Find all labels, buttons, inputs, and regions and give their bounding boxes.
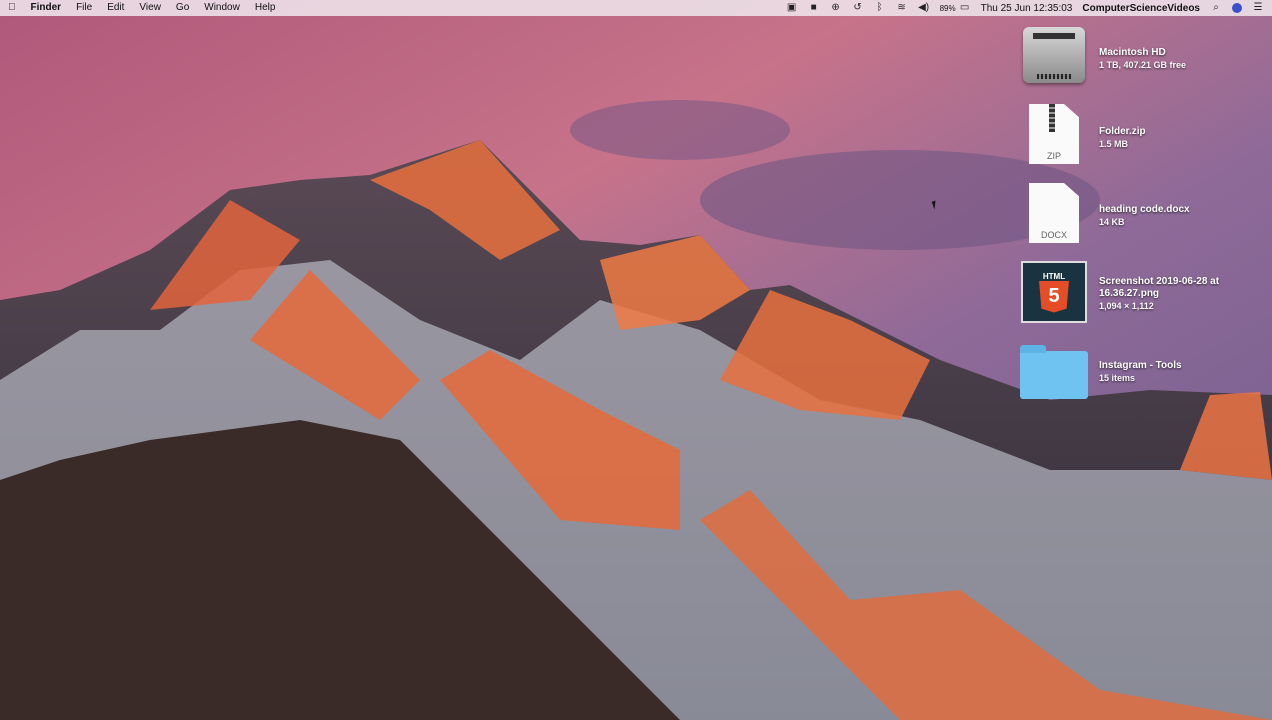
- desktop-icon-heading-code-docx[interactable]: DOCX: [1018, 180, 1090, 246]
- item-name: Screenshot 2019-06-28 at: [1099, 276, 1220, 287]
- battery-status[interactable]: 89% ▭: [940, 3, 971, 13]
- wifi-icon[interactable]: ≋: [896, 3, 908, 13]
- desktop-label-heading-code-docx[interactable]: heading code.docx 14 KB: [1099, 204, 1190, 228]
- docx-file-icon: DOCX: [1029, 183, 1079, 243]
- item-name: Macintosh HD: [1099, 47, 1166, 58]
- zip-file-icon: ZIP: [1029, 104, 1079, 164]
- bluetooth-icon[interactable]: ᛒ: [874, 3, 886, 13]
- html5-shield-icon: 5: [1039, 280, 1069, 313]
- menu-go[interactable]: Go: [176, 0, 189, 16]
- desktop-label-screenshot[interactable]: Screenshot 2019-06-28 at 16.36.27.png 1,…: [1099, 276, 1219, 312]
- volume-icon[interactable]: ◀): [918, 3, 930, 13]
- image-thumbnail: HTML 5: [1021, 261, 1087, 323]
- menu-view[interactable]: View: [139, 0, 161, 16]
- item-name-line2: 16.36.27.png: [1099, 288, 1160, 299]
- display-icon[interactable]: ■: [808, 3, 820, 13]
- file-type-badge: ZIP: [1046, 151, 1061, 161]
- screen-record-icon[interactable]: ▣: [786, 3, 798, 13]
- desktop-icon-screenshot[interactable]: HTML 5: [1018, 259, 1090, 325]
- time-machine-icon[interactable]: ↺: [852, 3, 864, 13]
- spotlight-search-icon[interactable]: ⌕: [1210, 3, 1222, 13]
- notification-center-icon[interactable]: ☰: [1252, 3, 1264, 13]
- thumb-title: HTML: [1042, 271, 1066, 281]
- siri-icon[interactable]: [1232, 3, 1242, 13]
- desktop-label-instagram-tools[interactable]: Instagram - Tools 15 items: [1099, 360, 1182, 384]
- menu-help[interactable]: Help: [255, 0, 276, 16]
- upload-icon[interactable]: ⊕: [830, 3, 842, 13]
- desktop-icon-folder-zip[interactable]: ZIP: [1018, 101, 1090, 167]
- menu-finder[interactable]: Finder: [31, 0, 62, 16]
- apple-icon[interactable]: : [8, 0, 16, 16]
- hard-drive-icon: [1023, 27, 1085, 83]
- desktop-icon-macintosh-hd[interactable]: [1018, 22, 1090, 88]
- desktop-label-folder-zip[interactable]: Folder.zip 1.5 MB: [1099, 126, 1146, 150]
- desktop-icon-instagram-tools[interactable]: [1018, 338, 1090, 404]
- folder-icon: [1020, 345, 1088, 399]
- user-menu[interactable]: ComputerScienceVideos: [1082, 3, 1200, 14]
- menu-bar:  Finder File Edit View Go Window Help ▣…: [0, 0, 1272, 16]
- menu-edit[interactable]: Edit: [107, 0, 124, 16]
- item-detail: 14 KB: [1099, 217, 1125, 227]
- item-name: heading code.docx: [1099, 204, 1190, 215]
- battery-icon: ▭: [959, 2, 970, 13]
- item-name: Folder.zip: [1099, 126, 1146, 137]
- item-detail: 15 items: [1099, 373, 1136, 383]
- file-type-badge: DOCX: [1040, 230, 1067, 240]
- menu-window[interactable]: Window: [204, 0, 240, 16]
- battery-percent: 89%: [939, 3, 956, 13]
- item-detail: 1,094 × 1,112: [1099, 301, 1154, 311]
- item-detail: 1.5 MB: [1099, 139, 1129, 149]
- item-detail: 1 TB, 407.21 GB free: [1099, 60, 1187, 70]
- menu-file[interactable]: File: [76, 0, 92, 16]
- desktop-label-macintosh-hd[interactable]: Macintosh HD 1 TB, 407.21 GB free: [1099, 47, 1186, 71]
- clock[interactable]: Thu 25 Jun 12:35:03: [981, 3, 1073, 14]
- item-name: Instagram - Tools: [1099, 360, 1182, 371]
